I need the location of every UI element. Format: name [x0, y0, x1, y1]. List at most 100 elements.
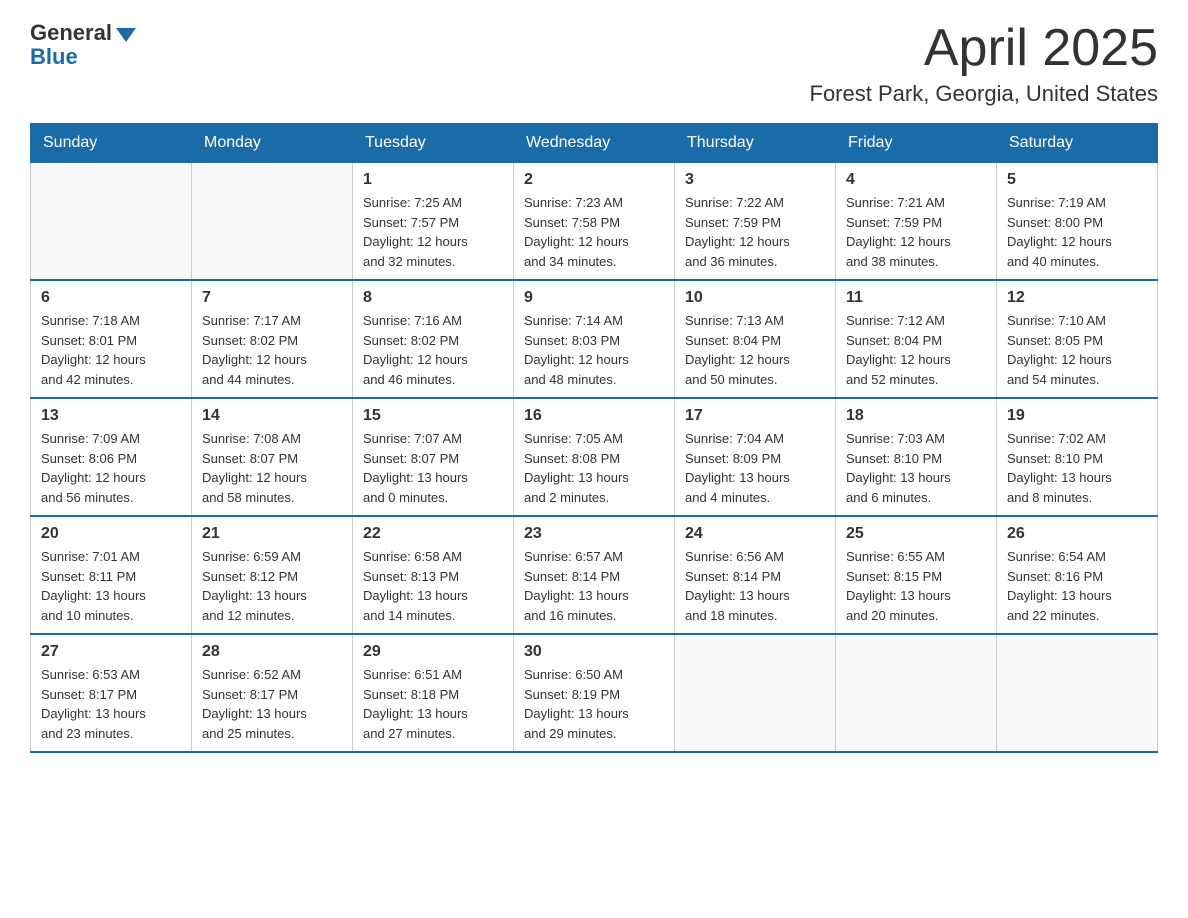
day-info: Sunrise: 6:52 AMSunset: 8:17 PMDaylight:…: [202, 665, 342, 743]
table-row: 5 Sunrise: 7:19 AMSunset: 8:00 PMDaylight…: [997, 163, 1158, 281]
day-number: 21: [202, 525, 342, 543]
page-header: General Blue April 2025 Forest Park, Geo…: [30, 20, 1158, 107]
table-row: 14 Sunrise: 7:08 AMSunset: 8:07 PMDayligh…: [192, 398, 353, 516]
calendar-table: Sunday Monday Tuesday Wednesday Thursday…: [30, 123, 1158, 753]
logo-general-text: General: [30, 20, 112, 46]
day-number: 6: [41, 289, 181, 307]
day-info: Sunrise: 7:18 AMSunset: 8:01 PMDaylight:…: [41, 311, 181, 389]
table-row: 29 Sunrise: 6:51 AMSunset: 8:18 PMDayligh…: [353, 634, 514, 752]
day-number: 7: [202, 289, 342, 307]
table-row: 21 Sunrise: 6:59 AMSunset: 8:12 PMDayligh…: [192, 516, 353, 634]
day-number: 23: [524, 525, 664, 543]
day-number: 16: [524, 407, 664, 425]
col-wednesday: Wednesday: [514, 124, 675, 163]
col-monday: Monday: [192, 124, 353, 163]
calendar-week-row: 1 Sunrise: 7:25 AMSunset: 7:57 PMDaylight…: [31, 163, 1158, 281]
day-info: Sunrise: 7:16 AMSunset: 8:02 PMDaylight:…: [363, 311, 503, 389]
day-info: Sunrise: 7:10 AMSunset: 8:05 PMDaylight:…: [1007, 311, 1147, 389]
table-row: 20Sunrise: 7:01 AMSunset: 8:11 PMDayligh…: [31, 516, 192, 634]
day-info: Sunrise: 7:07 AMSunset: 8:07 PMDaylight:…: [363, 429, 503, 507]
day-number: 17: [685, 407, 825, 425]
day-info: Sunrise: 6:54 AMSunset: 8:16 PMDaylight:…: [1007, 547, 1147, 625]
day-number: 8: [363, 289, 503, 307]
day-info: Sunrise: 7:09 AMSunset: 8:06 PMDaylight:…: [41, 429, 181, 507]
table-row: 7Sunrise: 7:17 AMSunset: 8:02 PMDaylight…: [192, 280, 353, 398]
col-tuesday: Tuesday: [353, 124, 514, 163]
col-saturday: Saturday: [997, 124, 1158, 163]
day-info: Sunrise: 6:53 AMSunset: 8:17 PMDaylight:…: [41, 665, 181, 743]
day-info: Sunrise: 7:08 AMSunset: 8:07 PMDaylight:…: [202, 429, 342, 507]
day-info: Sunrise: 6:57 AMSunset: 8:14 PMDaylight:…: [524, 547, 664, 625]
day-number: 27: [41, 643, 181, 661]
table-row: [997, 634, 1158, 752]
col-friday: Friday: [836, 124, 997, 163]
table-row: [836, 634, 997, 752]
day-number: 4: [846, 171, 986, 189]
calendar-week-row: 20Sunrise: 7:01 AMSunset: 8:11 PMDayligh…: [31, 516, 1158, 634]
day-info: Sunrise: 7:22 AMSunset: 7:59 PMDaylight:…: [685, 193, 825, 271]
day-info: Sunrise: 6:56 AMSunset: 8:14 PMDaylight:…: [685, 547, 825, 625]
day-number: 26: [1007, 525, 1147, 543]
table-row: 16 Sunrise: 7:05 AMSunset: 8:08 PMDayligh…: [514, 398, 675, 516]
table-row: 25Sunrise: 6:55 AMSunset: 8:15 PMDayligh…: [836, 516, 997, 634]
table-row: 4 Sunrise: 7:21 AMSunset: 7:59 PMDaylight…: [836, 163, 997, 281]
day-number: 1: [363, 171, 503, 189]
day-info: Sunrise: 7:03 AMSunset: 8:10 PMDaylight:…: [846, 429, 986, 507]
day-info: Sunrise: 7:04 AMSunset: 8:09 PMDaylight:…: [685, 429, 825, 507]
day-info: Sunrise: 6:58 AMSunset: 8:13 PMDaylight:…: [363, 547, 503, 625]
table-row: [675, 634, 836, 752]
day-number: 30: [524, 643, 664, 661]
day-number: 11: [846, 289, 986, 307]
table-row: 9 Sunrise: 7:14 AMSunset: 8:03 PMDaylight…: [514, 280, 675, 398]
day-info: Sunrise: 7:02 AMSunset: 8:10 PMDaylight:…: [1007, 429, 1147, 507]
day-number: 5: [1007, 171, 1147, 189]
day-number: 28: [202, 643, 342, 661]
table-row: 2Sunrise: 7:23 AMSunset: 7:58 PMDaylight…: [514, 163, 675, 281]
calendar-week-row: 27 Sunrise: 6:53 AMSunset: 8:17 PMDayligh…: [31, 634, 1158, 752]
day-info: Sunrise: 7:14 AMSunset: 8:03 PMDaylight:…: [524, 311, 664, 389]
day-info: Sunrise: 7:13 AMSunset: 8:04 PMDaylight:…: [685, 311, 825, 389]
table-row: 19 Sunrise: 7:02 AMSunset: 8:10 PMDayligh…: [997, 398, 1158, 516]
table-row: [192, 163, 353, 281]
day-info: Sunrise: 6:50 AMSunset: 8:19 PMDaylight:…: [524, 665, 664, 743]
table-row: 11Sunrise: 7:12 AMSunset: 8:04 PMDayligh…: [836, 280, 997, 398]
day-info: Sunrise: 7:25 AMSunset: 7:57 PMDaylight:…: [363, 193, 503, 271]
table-row: 6 Sunrise: 7:18 AMSunset: 8:01 PMDaylight…: [31, 280, 192, 398]
table-row: 28 Sunrise: 6:52 AMSunset: 8:17 PMDayligh…: [192, 634, 353, 752]
day-number: 14: [202, 407, 342, 425]
table-row: 15Sunrise: 7:07 AMSunset: 8:07 PMDayligh…: [353, 398, 514, 516]
table-row: 22 Sunrise: 6:58 AMSunset: 8:13 PMDayligh…: [353, 516, 514, 634]
table-row: 24 Sunrise: 6:56 AMSunset: 8:14 PMDayligh…: [675, 516, 836, 634]
day-number: 29: [363, 643, 503, 661]
day-number: 10: [685, 289, 825, 307]
logo-arrow-icon: [116, 28, 136, 42]
table-row: 1 Sunrise: 7:25 AMSunset: 7:57 PMDaylight…: [353, 163, 514, 281]
day-info: Sunrise: 6:55 AMSunset: 8:15 PMDaylight:…: [846, 547, 986, 625]
table-row: 23 Sunrise: 6:57 AMSunset: 8:14 PMDayligh…: [514, 516, 675, 634]
title-block: April 2025 Forest Park, Georgia, United …: [810, 20, 1159, 107]
day-info: Sunrise: 7:19 AMSunset: 8:00 PMDaylight:…: [1007, 193, 1147, 271]
table-row: 18Sunrise: 7:03 AMSunset: 8:10 PMDayligh…: [836, 398, 997, 516]
col-thursday: Thursday: [675, 124, 836, 163]
day-number: 12: [1007, 289, 1147, 307]
calendar-week-row: 6 Sunrise: 7:18 AMSunset: 8:01 PMDaylight…: [31, 280, 1158, 398]
day-info: Sunrise: 6:59 AMSunset: 8:12 PMDaylight:…: [202, 547, 342, 625]
day-info: Sunrise: 7:21 AMSunset: 7:59 PMDaylight:…: [846, 193, 986, 271]
day-number: 22: [363, 525, 503, 543]
day-info: Sunrise: 7:01 AMSunset: 8:11 PMDaylight:…: [41, 547, 181, 625]
day-number: 9: [524, 289, 664, 307]
calendar-header-row: Sunday Monday Tuesday Wednesday Thursday…: [31, 124, 1158, 163]
day-number: 3: [685, 171, 825, 189]
table-row: [31, 163, 192, 281]
page-title: April 2025: [810, 20, 1159, 77]
day-info: Sunrise: 6:51 AMSunset: 8:18 PMDaylight:…: [363, 665, 503, 743]
table-row: 17 Sunrise: 7:04 AMSunset: 8:09 PMDayligh…: [675, 398, 836, 516]
day-number: 19: [1007, 407, 1147, 425]
day-number: 13: [41, 407, 181, 425]
day-info: Sunrise: 7:05 AMSunset: 8:08 PMDaylight:…: [524, 429, 664, 507]
table-row: 26 Sunrise: 6:54 AMSunset: 8:16 PMDayligh…: [997, 516, 1158, 634]
day-number: 24: [685, 525, 825, 543]
col-sunday: Sunday: [31, 124, 192, 163]
table-row: 8 Sunrise: 7:16 AMSunset: 8:02 PMDaylight…: [353, 280, 514, 398]
logo: General Blue: [30, 20, 136, 70]
